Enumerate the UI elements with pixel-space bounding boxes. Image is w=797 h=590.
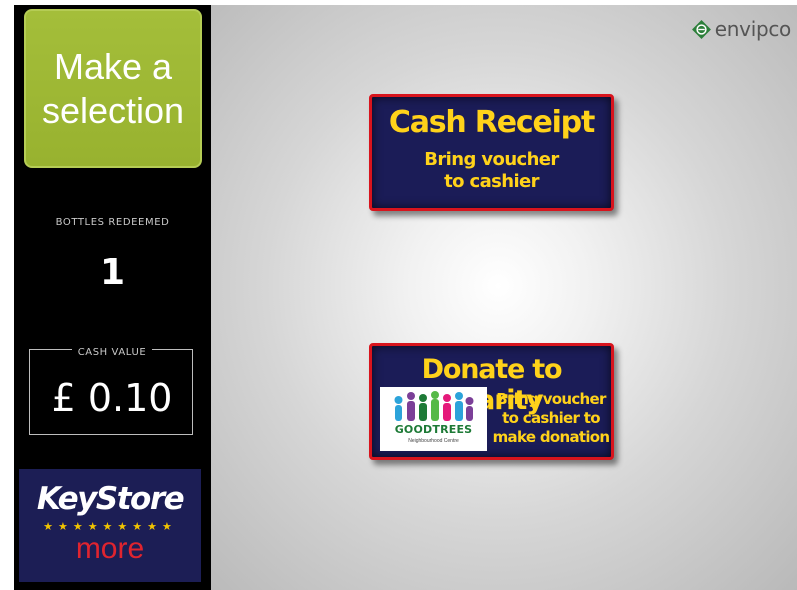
cash-receipt-line2: to cashier [444,171,539,192]
cash-receipt-title: Cash Receipt [388,105,595,140]
make-selection-line2: selection [41,89,185,131]
main-area: envipco Cash Receipt Bring voucher to ca… [211,5,797,590]
envipco-brand-name: envipco [714,17,792,41]
cash-receipt-line1: Bring voucher [424,149,559,170]
make-selection-panel: Make a selection [24,9,202,168]
cash-value-amount: £ 0.10 [51,376,173,420]
envipco-logo-icon [691,19,711,39]
donate-line1: Bring voucher [496,390,606,408]
make-selection-line1: Make a [53,45,173,87]
cash-value-box: CASH VALUE £ 0.10 [29,347,193,435]
cash-value-label: CASH VALUE [71,347,153,358]
goodtrees-logo: GOODTREES Neighbourhood Centre [380,387,487,451]
keystore-more-text: more [75,532,145,565]
kiosk-screen: Make a selection BOTTLES REDEEMED 1 CASH… [14,5,797,590]
keystore-title: KeyStore [36,481,185,517]
goodtrees-people-icon [394,391,474,421]
donate-line3: make donation [492,428,610,446]
bottles-redeemed-label: BOTTLES REDEEMED [55,217,170,228]
donate-to-charity-button[interactable]: Donate to Charity GOODTREES Neighbourhoo… [369,343,614,460]
donate-line2: to cashier to [502,409,600,427]
keystore-more-logo: KeyStore ★★★★★★★★★ more [19,469,201,582]
cash-receipt-button[interactable]: Cash Receipt Bring voucher to cashier [369,94,614,211]
goodtrees-name: GOODTREES [394,423,473,436]
bottles-redeemed-count: 1 [99,252,126,293]
goodtrees-tagline: Neighbourhood Centre [408,438,459,444]
envipco-brand: envipco [691,17,791,41]
sidebar: Make a selection BOTTLES REDEEMED 1 CASH… [14,5,211,590]
